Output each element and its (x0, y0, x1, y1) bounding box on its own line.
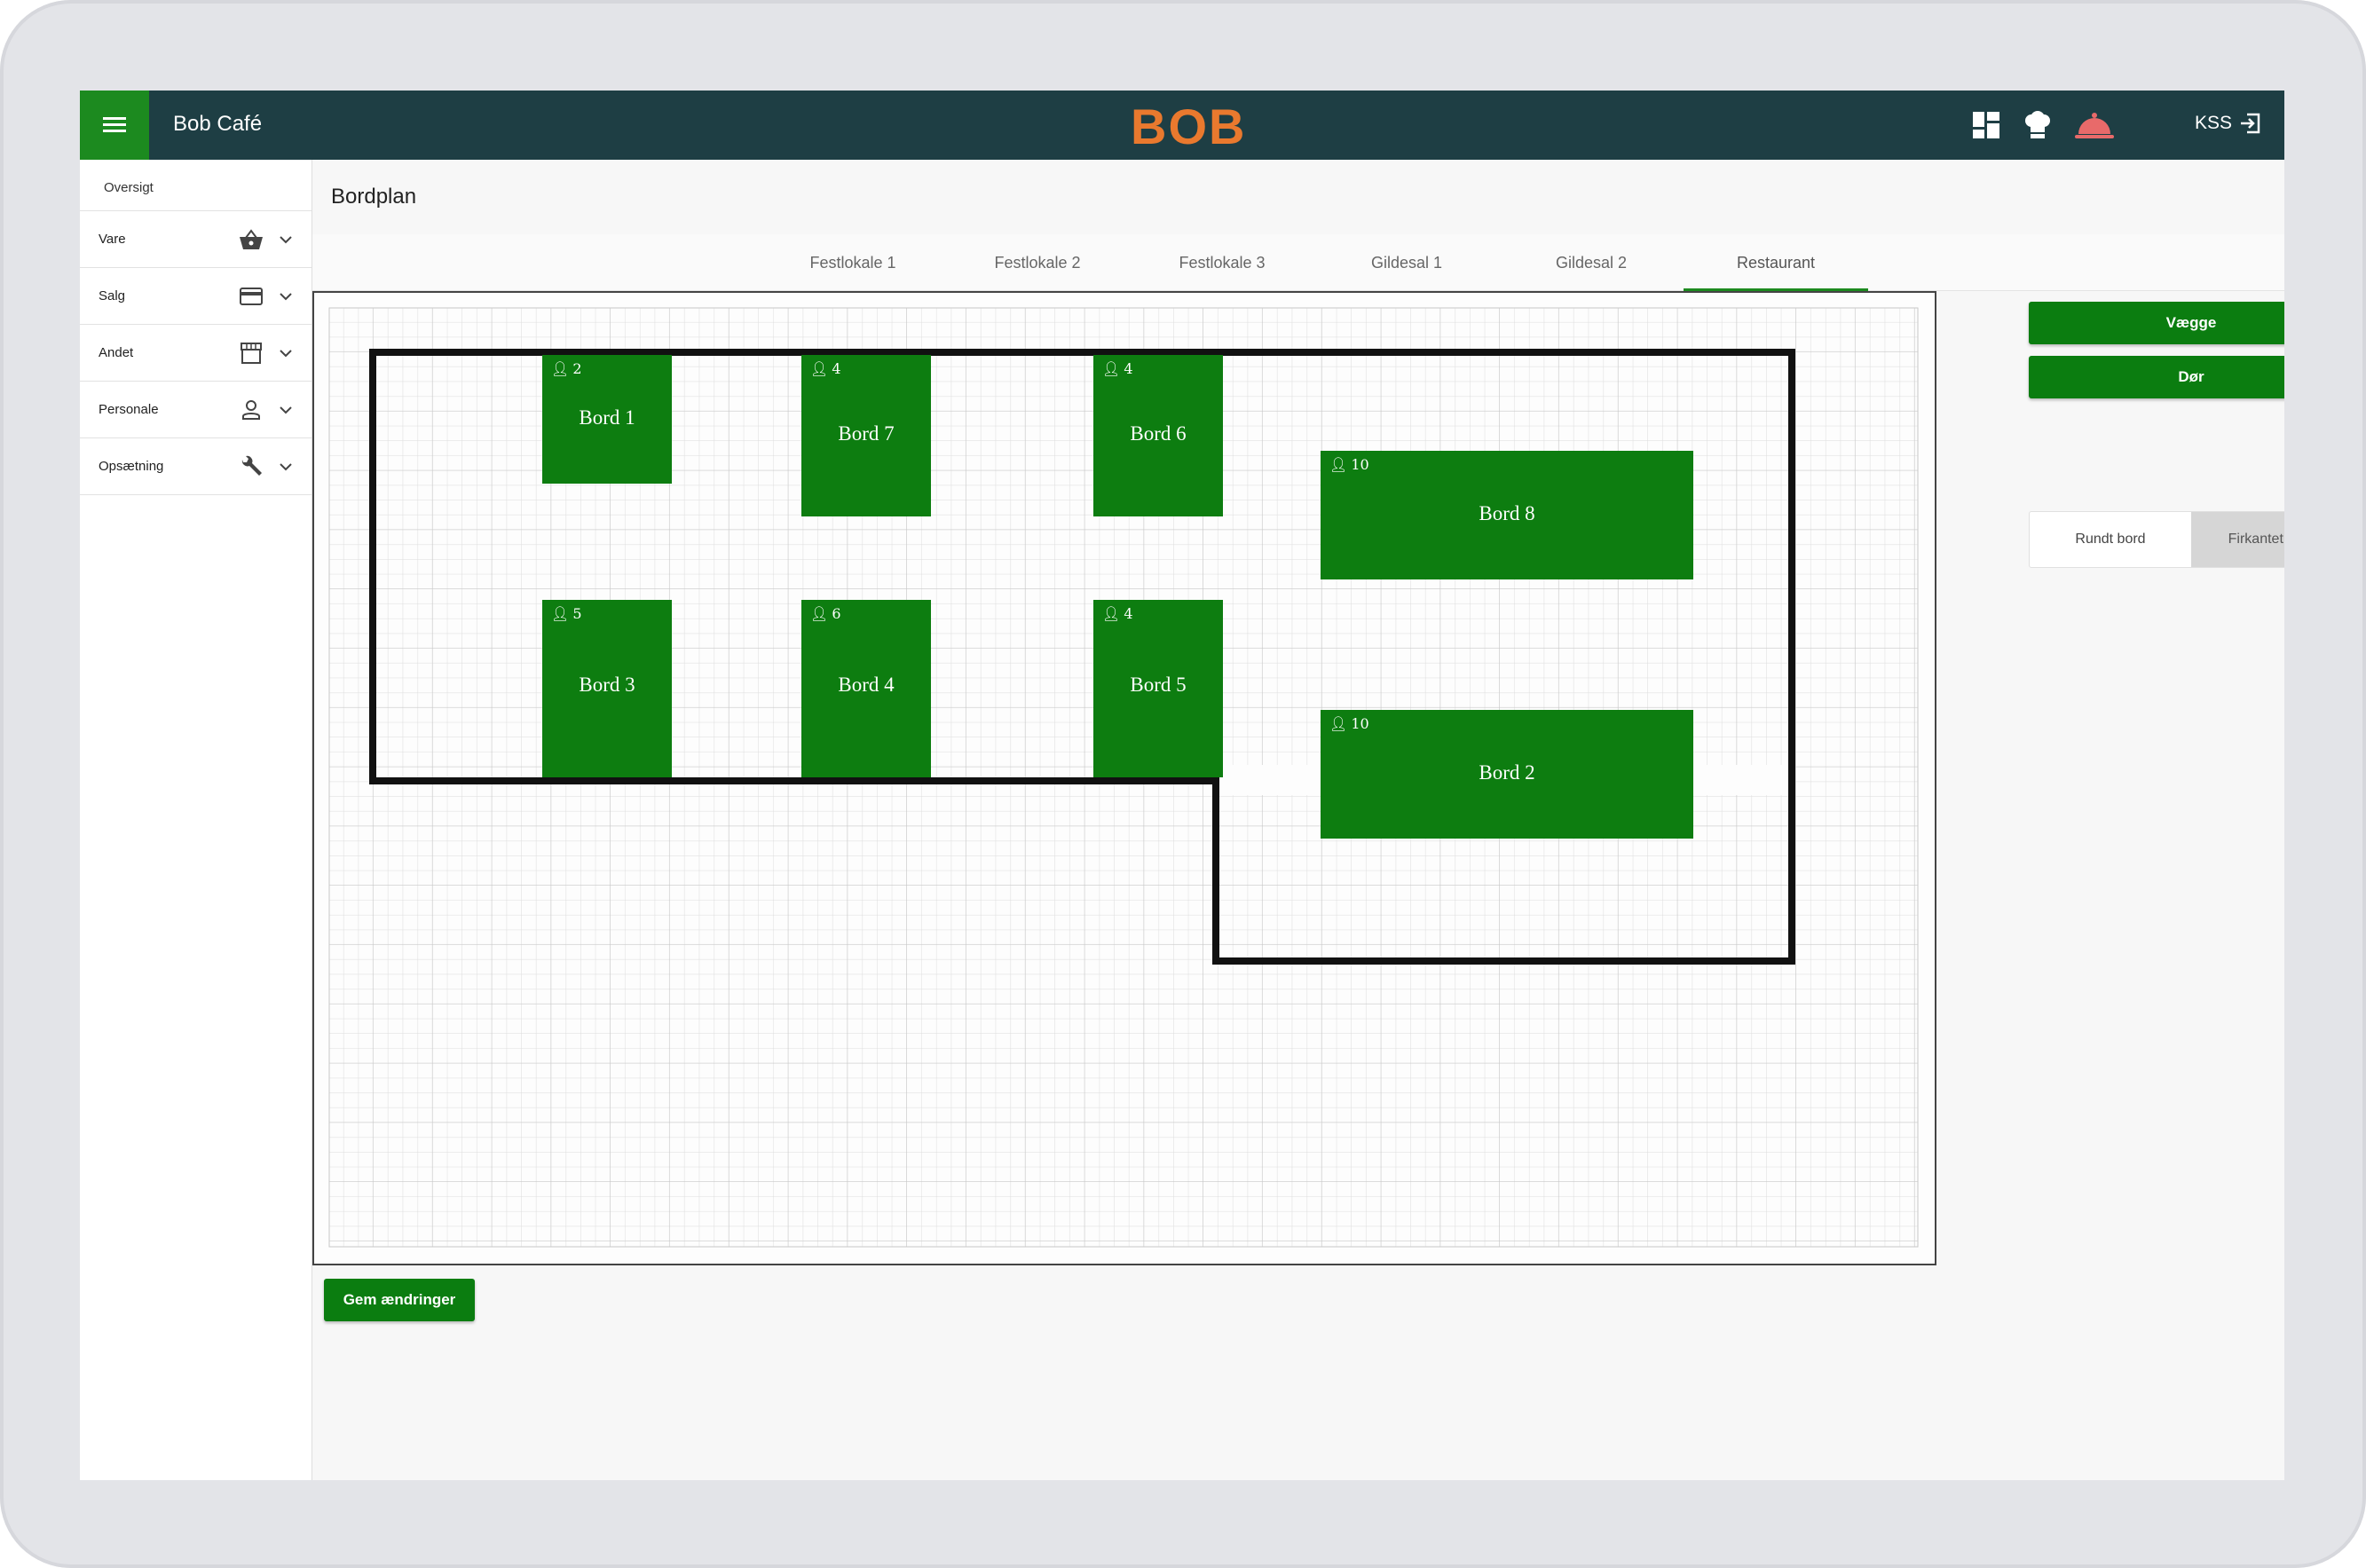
table-bord-4[interactable]: 👤︎ 6 Bord 4 (801, 600, 931, 777)
sidebar-item-label: Vare (99, 232, 126, 247)
top-bar: Bob Café BOB KSS (80, 91, 2284, 160)
cloche-icon[interactable] (2073, 110, 2116, 140)
guest-icon: 👤︎ (1102, 605, 1121, 622)
tab-gildesal-2[interactable]: Gildesal 2 (1499, 234, 1684, 291)
guest-icon: 👤︎ (1329, 715, 1348, 732)
user-initials: KSS (2195, 113, 2233, 133)
grid-icon[interactable] (1970, 110, 2002, 140)
card-icon (238, 284, 264, 309)
table-bord-2[interactable]: 👤︎ 10 Bord 2 (1321, 710, 1693, 839)
chevron-down-icon[interactable] (279, 291, 293, 302)
chef-hat-icon[interactable] (2022, 110, 2054, 140)
sidebar-item-andet[interactable]: Andet (80, 325, 312, 382)
seat-count: 2 (572, 360, 582, 377)
guest-icon: 👤︎ (810, 605, 829, 622)
table-name: Bord 7 (838, 422, 895, 445)
store-icon (238, 341, 264, 366)
menu-button[interactable] (80, 91, 149, 160)
basket-icon (238, 227, 264, 252)
sidebar-item-personale[interactable]: Personale (80, 382, 312, 438)
table-bord-3[interactable]: 👤︎ 5 Bord 3 (542, 600, 672, 777)
door (1219, 765, 1326, 795)
sidebar-item-salg[interactable]: Salg (80, 268, 312, 325)
table-name: Bord 6 (1130, 422, 1187, 445)
room-tabs: Festlokale 1 Festlokale 2 Festlokale 3 G… (312, 234, 2284, 291)
table-name: Bord 3 (579, 674, 635, 696)
seat-count: 5 (572, 605, 582, 622)
chevron-down-icon[interactable] (279, 234, 293, 245)
chevron-down-icon[interactable] (279, 348, 293, 359)
tab-festlokale-1[interactable]: Festlokale 1 (761, 234, 945, 291)
tab-gildesal-1[interactable]: Gildesal 1 (1314, 234, 1499, 291)
sidebar: Oversigt Vare Salg Andet Personale Opsæt… (80, 160, 312, 1480)
guest-icon: 👤︎ (551, 605, 570, 622)
seat-count: 10 (1351, 456, 1369, 473)
seat-count: 4 (832, 360, 841, 377)
person-icon (238, 398, 264, 422)
app-screen: Bob Café BOB KSS Oversigt Vare Salg Ande… (80, 91, 2284, 1480)
walls-button[interactable]: Vægge (2029, 302, 2284, 344)
table-name: Bord 2 (1479, 761, 1535, 784)
hamburger-icon (103, 117, 126, 133)
floor-plan-canvas[interactable]: 👤︎ 2 Bord 1 👤︎ 4 Bord 7 👤︎ 4 Bord 6 👤︎ 10 Bo… (312, 291, 1936, 1265)
table-bord-6[interactable]: 👤︎ 4 Bord 6 (1093, 355, 1223, 516)
app-title: Bob Café (173, 112, 263, 136)
seat-count: 4 (1124, 360, 1133, 377)
round-table-option[interactable]: Rundt bord (2030, 512, 2191, 567)
seat-count: 6 (832, 605, 841, 622)
sidebar-item-vare[interactable]: Vare (80, 211, 312, 268)
chevron-down-icon[interactable] (279, 461, 293, 472)
table-name: Bord 8 (1479, 502, 1535, 524)
guest-icon: 👤︎ (1102, 360, 1121, 377)
user-logout[interactable]: KSS (2195, 112, 2262, 135)
save-changes-button[interactable]: Gem ændringer (324, 1279, 475, 1321)
square-table-option[interactable]: Firkantet bord (2191, 512, 2284, 567)
chevron-down-icon[interactable] (279, 405, 293, 415)
bob-logo: BOB (1131, 98, 1247, 154)
sidebar-item-oversigt[interactable]: Oversigt (80, 160, 312, 211)
seat-count: 10 (1351, 715, 1369, 732)
main-content: Bordplan Festlokale 1 Festlokale 2 Festl… (312, 160, 2284, 1480)
table-name: Bord 1 (579, 406, 635, 429)
seat-count: 4 (1124, 605, 1133, 622)
sidebar-item-label: Andet (99, 345, 134, 360)
door (1689, 765, 1788, 795)
sidebar-item-label: Personale (99, 402, 159, 417)
guest-icon: 👤︎ (810, 360, 829, 377)
tab-festlokale-3[interactable]: Festlokale 3 (1130, 234, 1314, 291)
logout-icon (2241, 113, 2260, 134)
table-bord-8[interactable]: 👤︎ 10 Bord 8 (1321, 451, 1693, 579)
table-shape-toggle: Rundt bord Firkantet bord (2029, 511, 2284, 568)
tab-restaurant[interactable]: Restaurant (1684, 234, 1868, 291)
table-name: Bord 4 (838, 674, 895, 696)
guest-icon: 👤︎ (1329, 456, 1348, 473)
sidebar-item-opsaetning[interactable]: Opsætning (80, 438, 312, 495)
table-bord-7[interactable]: 👤︎ 4 Bord 7 (801, 355, 931, 516)
door-button[interactable]: Dør (2029, 356, 2284, 398)
tablet-frame: Bob Café BOB KSS Oversigt Vare Salg Ande… (0, 0, 2366, 1568)
table-name: Bord 5 (1130, 674, 1187, 696)
sidebar-item-label: Opsætning (99, 459, 164, 474)
page-title: Bordplan (331, 185, 417, 209)
table-bord-1[interactable]: 👤︎ 2 Bord 1 (542, 355, 672, 484)
top-icons (1970, 110, 2116, 140)
tab-festlokale-2[interactable]: Festlokale 2 (945, 234, 1130, 291)
wrench-icon (238, 454, 264, 479)
sidebar-item-label: Salg (99, 288, 126, 303)
guest-icon: 👤︎ (551, 360, 570, 377)
table-bord-5[interactable]: 👤︎ 4 Bord 5 (1093, 600, 1223, 777)
